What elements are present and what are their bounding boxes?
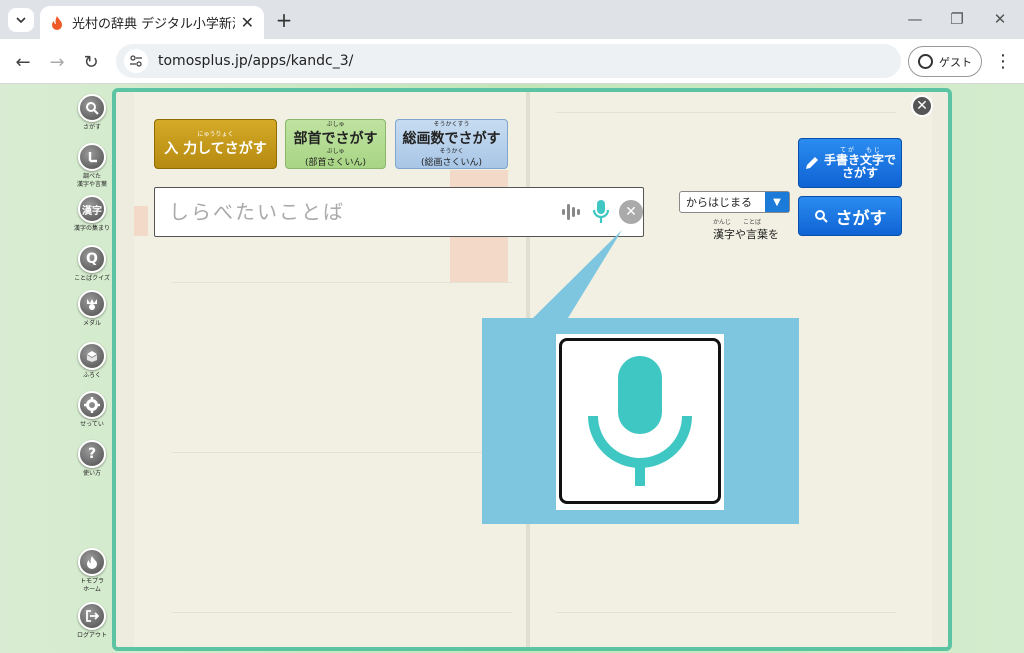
profile-button[interactable]: ゲスト bbox=[908, 46, 982, 77]
tab-search-dropdown[interactable] bbox=[8, 8, 34, 32]
tab-close-icon[interactable]: ✕ bbox=[241, 13, 254, 32]
browser-titlebar: 光村の辞典 デジタル小学新漢字辞典 ✕ + — ❐ ✕ bbox=[0, 0, 1024, 39]
minimize-button[interactable]: — bbox=[900, 6, 930, 32]
tab-title: 光村の辞典 デジタル小学新漢字辞典 bbox=[72, 17, 235, 32]
mic-zoom-box bbox=[556, 334, 724, 510]
site-info-icon[interactable] bbox=[124, 49, 148, 73]
back-button[interactable]: ← bbox=[10, 49, 36, 75]
restore-button[interactable]: ❐ bbox=[942, 6, 972, 32]
app-page: さがす 調べた 漢字や言葉 漢字 漢字の集まり Q ことばクイズ メダル ふろく… bbox=[0, 84, 1024, 653]
browser-tab[interactable]: 光村の辞典 デジタル小学新漢字辞典 ✕ bbox=[40, 6, 264, 39]
reload-button[interactable]: ↻ bbox=[78, 49, 104, 75]
browser-menu-icon[interactable]: ⋮ bbox=[994, 51, 1012, 72]
window-close-button[interactable]: ✕ bbox=[985, 6, 1015, 32]
url-text: tomosplus.jp/apps/kandc_3/ bbox=[158, 53, 354, 69]
address-bar[interactable]: tomosplus.jp/apps/kandc_3/ bbox=[116, 44, 901, 78]
browser-toolbar: ← → ↻ tomosplus.jp/apps/kandc_3/ ゲスト ⋮ bbox=[0, 39, 1024, 84]
chevron-down-icon bbox=[16, 17, 26, 23]
mic-zoom-frame bbox=[559, 338, 721, 504]
microphone-icon bbox=[588, 356, 692, 486]
new-tab-button[interactable]: + bbox=[272, 8, 296, 32]
profile-label: ゲスト bbox=[939, 55, 972, 69]
forward-button[interactable]: → bbox=[44, 49, 70, 75]
profile-icon bbox=[918, 54, 933, 69]
flame-favicon-icon bbox=[52, 15, 62, 30]
